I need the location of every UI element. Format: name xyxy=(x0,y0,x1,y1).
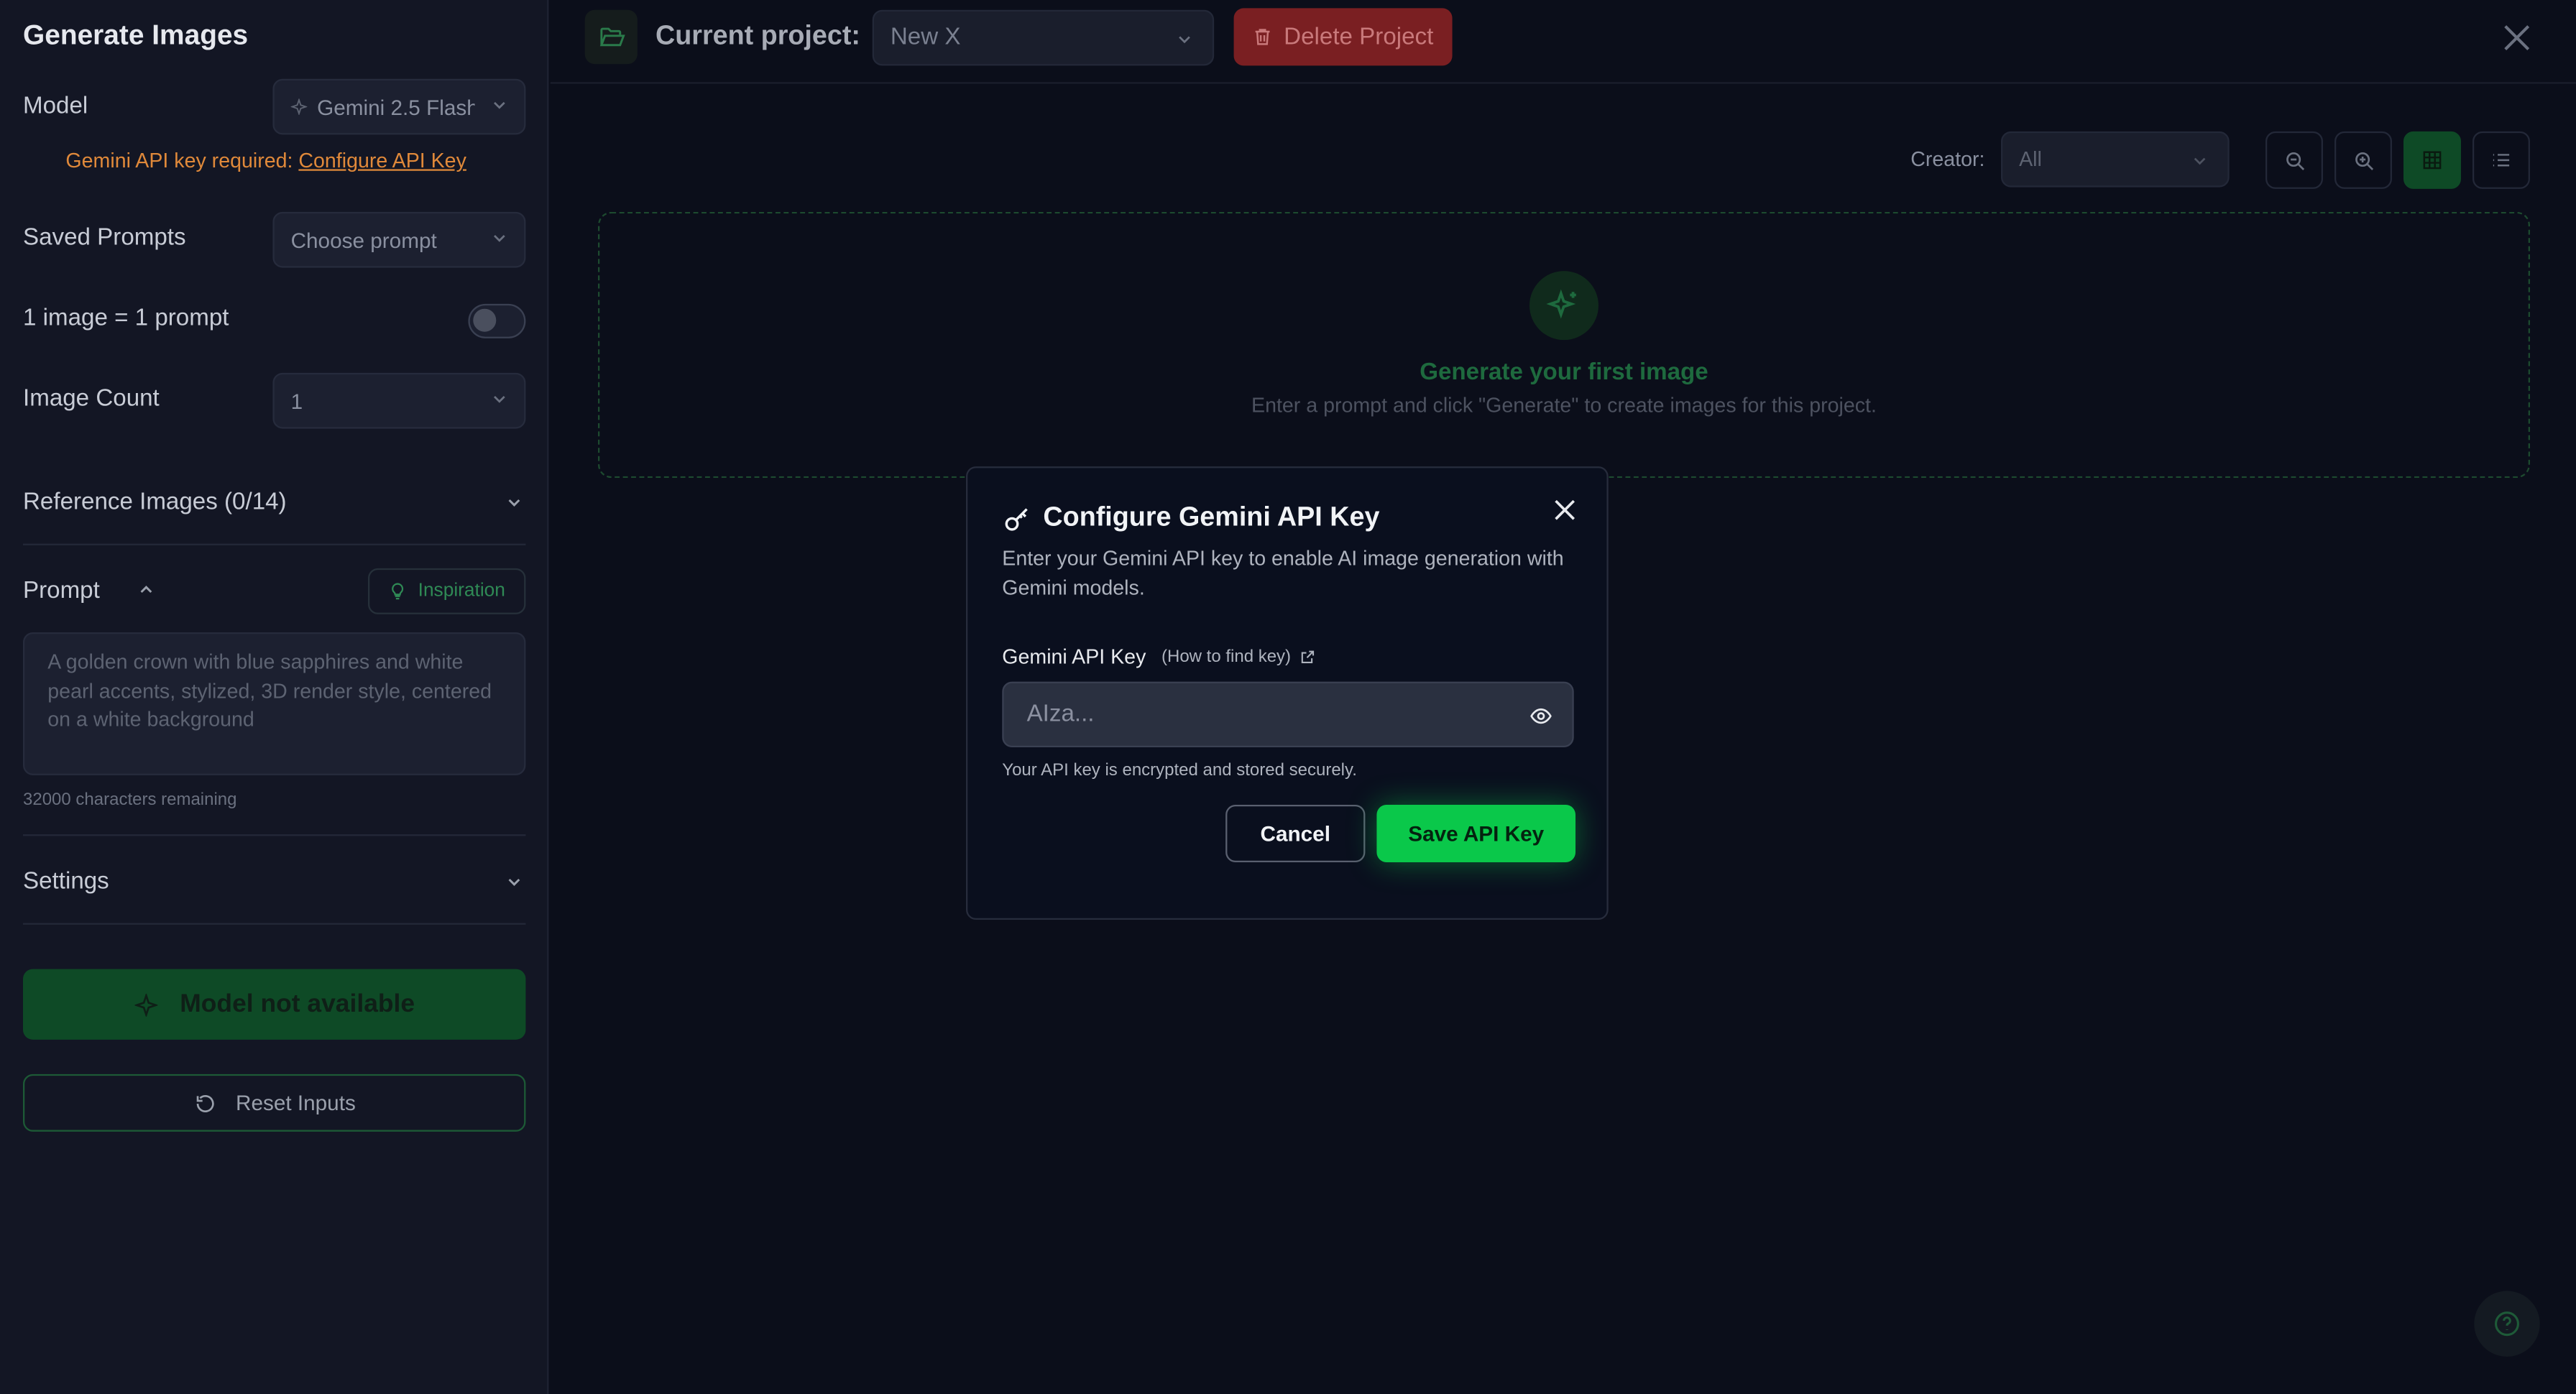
reference-images-header[interactable]: Reference Images (0/14) xyxy=(23,489,525,516)
generate-label: Model not available xyxy=(180,989,415,1017)
chevron-down-icon xyxy=(494,101,505,109)
prompt-placeholder: A golden crown with blue sapphires and w… xyxy=(47,650,492,731)
divider xyxy=(22,923,526,925)
saved-prompts-select[interactable]: Choose prompt xyxy=(272,211,526,268)
model-select[interactable]: Gemini 2.5 Flash xyxy=(272,78,526,135)
folder-open-icon xyxy=(599,27,625,47)
settings-header[interactable]: Settings xyxy=(23,869,525,895)
sparkle-icon xyxy=(134,992,157,1016)
grid-view-button[interactable] xyxy=(2403,131,2461,189)
external-link-icon xyxy=(1301,650,1314,663)
delete-project-button[interactable]: Delete Project xyxy=(1233,8,1453,66)
creator-select-value: All xyxy=(2019,147,2042,171)
sidebar: Generate Images Model Gemini 2.5 Flash G… xyxy=(0,0,549,1394)
app-root: Generate Images Model Gemini 2.5 Flash G… xyxy=(0,0,2576,1394)
creator-select[interactable]: All xyxy=(2000,131,2230,188)
reset-inputs-button[interactable]: Reset Inputs xyxy=(22,1074,526,1132)
image-count-label: Image Count xyxy=(22,386,160,412)
cancel-button[interactable]: Cancel xyxy=(1225,804,1366,862)
chevron-down-icon xyxy=(494,235,505,242)
top-header: Current project: New X Delete Project xyxy=(550,0,2576,84)
characters-remaining: 32000 characters remaining xyxy=(22,790,237,810)
project-select-value: New X xyxy=(890,24,961,51)
chevron-down-icon xyxy=(508,499,520,507)
configure-api-key-link[interactable]: Configure API Key xyxy=(298,149,466,172)
model-label: Model xyxy=(22,93,88,120)
close-icon[interactable] xyxy=(2502,23,2531,52)
warning-text: Gemini API key required: xyxy=(65,149,299,172)
chevron-down-icon xyxy=(2194,157,2206,165)
empty-state-subtitle: Enter a prompt and click "Generate" to c… xyxy=(1251,394,1877,417)
project-select[interactable]: New X xyxy=(872,9,1215,66)
divider xyxy=(22,543,526,545)
prompt-label: Prompt xyxy=(22,578,100,605)
save-api-key-button[interactable]: Save API Key xyxy=(1376,804,1576,862)
one-image-label: 1 image = 1 prompt xyxy=(22,305,229,332)
delete-project-label: Delete Project xyxy=(1284,24,1434,50)
zoom-in-button[interactable] xyxy=(2334,131,2392,189)
saved-prompts-label: Saved Prompts xyxy=(22,225,186,251)
trash-icon xyxy=(1256,29,1271,45)
api-key-warning: Gemini API key required: Configure API K… xyxy=(65,149,466,172)
help-icon xyxy=(2495,1311,2519,1337)
chevron-down-icon xyxy=(508,878,520,886)
api-key-input[interactable]: AIza... xyxy=(1002,681,1574,747)
reset-icon xyxy=(196,1094,213,1112)
how-to-find-key-link[interactable]: (How to find key) xyxy=(1162,647,1315,667)
sparkles-icon xyxy=(1546,289,1576,319)
saved-prompts-placeholder: Choose prompt xyxy=(290,227,437,252)
close-icon[interactable] xyxy=(1552,498,1577,522)
zoom-in-icon xyxy=(2354,151,2373,170)
inspiration-button[interactable]: Inspiration xyxy=(367,568,526,614)
prompt-textarea[interactable]: A golden crown with blue sapphires and w… xyxy=(22,632,526,775)
one-image-toggle[interactable] xyxy=(468,303,526,338)
chevron-down-icon xyxy=(494,396,505,403)
list-icon xyxy=(2493,154,2510,167)
reset-label: Reset Inputs xyxy=(235,1090,356,1115)
image-count-value: 1 xyxy=(290,388,303,413)
generate-button[interactable]: Model not available xyxy=(22,969,526,1040)
dialog-title: Configure Gemini API Key xyxy=(1043,502,1380,532)
creator-label: Creator: xyxy=(1910,147,1985,171)
secure-note: Your API key is encrypted and stored sec… xyxy=(1002,760,1357,780)
empty-state-icon-circle xyxy=(1529,271,1598,341)
prompt-header[interactable]: Prompt xyxy=(22,578,155,605)
reference-images-label: Reference Images (0/14) xyxy=(22,489,287,516)
inspiration-label: Inspiration xyxy=(418,581,505,601)
list-view-button[interactable] xyxy=(2472,131,2530,189)
current-project-label: Current project: xyxy=(655,21,860,51)
divider xyxy=(22,834,526,836)
zoom-out-icon xyxy=(2285,151,2304,170)
image-count-select[interactable]: 1 xyxy=(272,372,526,429)
grid-icon xyxy=(2423,151,2442,170)
lightbulb-icon xyxy=(392,583,405,600)
model-select-value: Gemini 2.5 Flash xyxy=(317,94,475,119)
how-to-find-key-label: (How to find key) xyxy=(1161,647,1292,667)
settings-label: Settings xyxy=(22,869,109,895)
api-key-placeholder: AIza... xyxy=(1026,701,1095,728)
toggle-knob xyxy=(473,308,497,332)
api-key-field-label: Gemini API Key xyxy=(1002,645,1146,669)
chevron-down-icon xyxy=(1179,36,1190,44)
eye-icon[interactable] xyxy=(1530,705,1552,728)
api-key-dialog: Configure Gemini API Key Enter your Gemi… xyxy=(965,466,1609,920)
empty-state-title: Generate your first image xyxy=(1420,359,1708,387)
chevron-up-icon xyxy=(140,586,152,594)
empty-state: Generate your first image Enter a prompt… xyxy=(597,211,2530,479)
key-icon xyxy=(1005,508,1028,531)
sparkle-icon xyxy=(290,98,308,115)
help-button[interactable] xyxy=(2474,1291,2540,1357)
zoom-out-button[interactable] xyxy=(2265,131,2323,189)
folder-button[interactable] xyxy=(584,9,638,65)
sidebar-title: Generate Images xyxy=(22,19,249,51)
dialog-description: Enter your Gemini API key to enable AI i… xyxy=(1002,547,1564,599)
